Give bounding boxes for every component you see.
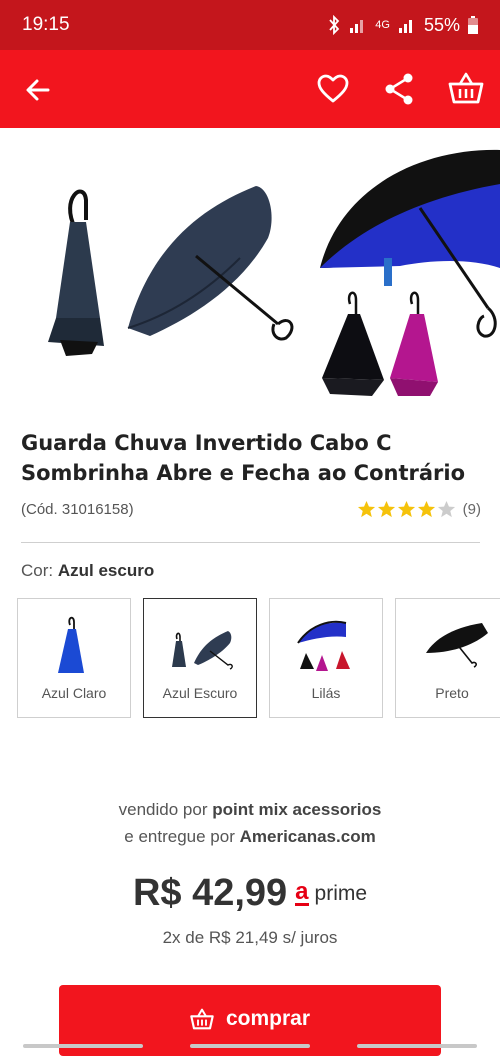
color-option-label: Preto (435, 685, 469, 701)
color-option-azul-escuro[interactable]: Azul Escuro (143, 598, 257, 718)
umbrella-thumbnail (426, 623, 488, 668)
color-option-label: Azul Claro (41, 685, 107, 701)
star-icon (357, 500, 375, 517)
battery-icon (468, 16, 478, 34)
star-icon (397, 500, 415, 517)
sold-by-prefix: vendido por (118, 800, 208, 819)
umbrella-thumbnail (58, 616, 84, 673)
prime-logo-letter: a (295, 878, 309, 906)
product-title-line1: Guarda Chuva Invertido Cabo C (21, 431, 392, 455)
delivered-by-line: e entregue por Americanas.com (0, 823, 500, 850)
color-label-row: Cor: Azul escuro (21, 561, 154, 581)
product-title: Guarda Chuva Invertido Cabo C Sombrinha … (21, 428, 481, 488)
color-option-lilas[interactable]: Lilás (269, 598, 383, 718)
color-option-preto[interactable]: Preto (395, 598, 500, 718)
share-icon[interactable] (384, 72, 414, 106)
bluetooth-icon (329, 15, 340, 35)
status-icons: 4G 55% (327, 15, 478, 36)
product-title-line2: Sombrinha Abre e Fecha ao Contrário (21, 461, 466, 485)
product-image[interactable] (0, 128, 500, 410)
prime-logo: a (295, 878, 309, 906)
star-icon (377, 500, 395, 517)
prime-label: prime (314, 881, 368, 905)
star-empty-icon (437, 500, 455, 517)
star-icon (417, 500, 435, 517)
umbrella-thumbnail (297, 620, 350, 671)
color-selected-value: Azul escuro (57, 561, 155, 580)
color-option-label: Lilás (311, 685, 341, 701)
network-type: 4G (375, 18, 390, 31)
delivered-by-prefix: e entregue por (124, 827, 235, 846)
arrow-left-icon[interactable] (22, 74, 54, 106)
color-option-label: Azul Escuro (162, 685, 238, 701)
rating[interactable]: (9) (357, 500, 481, 519)
price: R$ 42,99 (132, 872, 288, 914)
status-time: 19:15 (22, 14, 70, 35)
basket-icon (190, 1008, 214, 1030)
delivered-by-name: Americanas.com (239, 827, 376, 846)
signal-icon (350, 20, 364, 33)
battery-percent: 55% (423, 14, 460, 35)
sold-by-line: vendido por point mix acessorios (0, 796, 500, 823)
divider (21, 542, 480, 543)
signal-icon-2 (398, 20, 412, 33)
status-bar: 19:15 4G 55% (0, 0, 500, 50)
app-bar (0, 50, 500, 128)
product-meta: (Cód. 31016158) (9) (21, 498, 481, 520)
nav-handle (356, 1043, 477, 1048)
installments: 2x de R$ 21,49 s/ juros (162, 928, 338, 947)
rating-count: (9) (462, 500, 481, 518)
sold-by-name[interactable]: point mix acessorios (212, 800, 381, 819)
seller-info: vendido por point mix acessorios e entre… (0, 796, 500, 850)
basket-icon[interactable] (448, 70, 484, 106)
system-nav-bar (0, 1035, 500, 1056)
umbrella-illustration (48, 149, 500, 396)
product-code: (Cód. 31016158) (21, 500, 134, 518)
color-label: Cor: (21, 561, 54, 580)
umbrella-thumbnail (172, 631, 233, 670)
nav-handle (23, 1043, 144, 1048)
buy-button-label: comprar (225, 1007, 311, 1030)
heart-icon[interactable] (316, 72, 350, 106)
color-option-azul-claro[interactable]: Azul Claro (17, 598, 131, 718)
nav-handle (189, 1043, 310, 1048)
price-row: R$ 42,99 a prime (0, 872, 500, 915)
